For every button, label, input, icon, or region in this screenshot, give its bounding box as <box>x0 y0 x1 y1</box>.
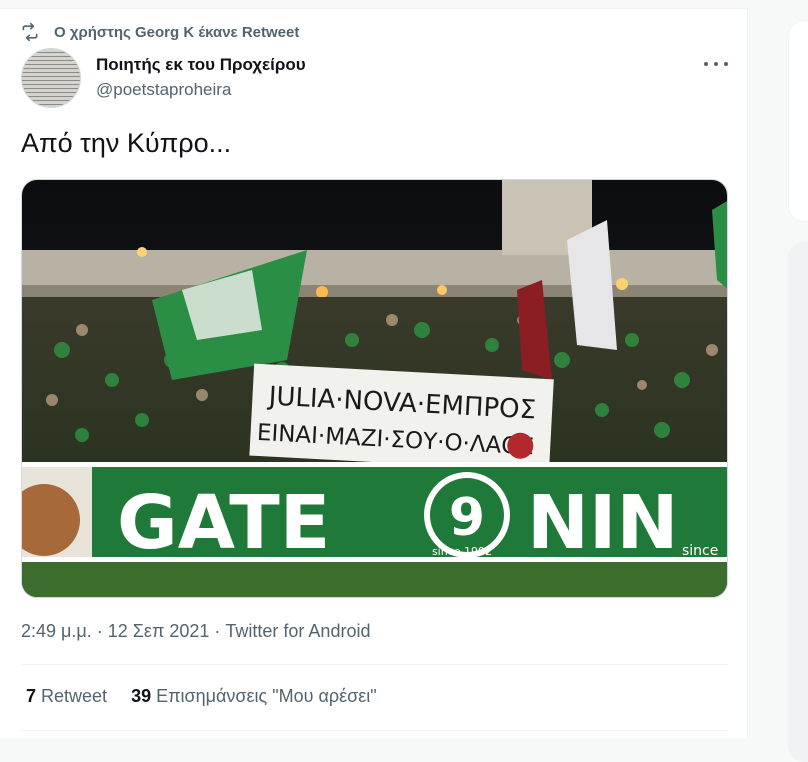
avatar[interactable] <box>21 48 81 108</box>
likes-count: 39 <box>131 686 152 706</box>
retweets-label: Retweet <box>41 686 108 706</box>
gate-banner-left-text: GATE <box>117 480 330 566</box>
more-options-icon[interactable] <box>704 54 728 74</box>
divider-1 <box>21 664 728 665</box>
tweet-text: Από την Κύπρο... <box>21 128 232 158</box>
sidebar-panel-bottom <box>788 242 808 762</box>
retweets-stat[interactable]: 7 Retweet <box>26 686 107 707</box>
gate-badge-since: since 1992 <box>432 545 492 558</box>
sidebar-panel-top <box>788 20 808 222</box>
retweet-notice-text: Ο χρήστης Georg K έκανε Retweet <box>54 23 300 41</box>
gate-banner-right-text: NIN <box>527 480 678 566</box>
likes-label: Επισημάνσεις "Μου αρέσει" <box>156 686 377 706</box>
retweet-notice[interactable]: Ο χρήστης Georg K έκανε Retweet <box>20 22 299 42</box>
tweet-stats: 7 Retweet 39 Επισημάνσεις "Μου αρέσει" <box>26 686 377 707</box>
gate-banner-since-right: since <box>682 543 718 559</box>
retweet-icon <box>22 22 38 42</box>
gate-badge-number: 9 <box>449 488 485 548</box>
divider-2 <box>21 730 728 731</box>
timeline-divider <box>0 0 748 9</box>
tweet-card: Ο χρήστης Georg K έκανε Retweet Ποιητής … <box>0 0 748 738</box>
author-handle[interactable]: @poetstaproheira <box>96 80 231 100</box>
author-display-name[interactable]: Ποιητής εκ του Προχείρου <box>96 55 306 75</box>
likes-stat[interactable]: 39 Επισημάνσεις "Μου αρέσει" <box>131 686 377 707</box>
tweet-timestamp[interactable]: 2:49 μ.μ. · 12 Σεπ 2021 · Twitter for An… <box>21 621 370 642</box>
retweets-count: 7 <box>26 686 37 706</box>
tweet-photo[interactable]: JULIA·NOVA·ΕΜΠΡΟΣ ΕΙΝΑΙ·ΜΑΖΙ·ΣΟΥ·Ο·ΛΑΟΣ … <box>21 179 728 598</box>
